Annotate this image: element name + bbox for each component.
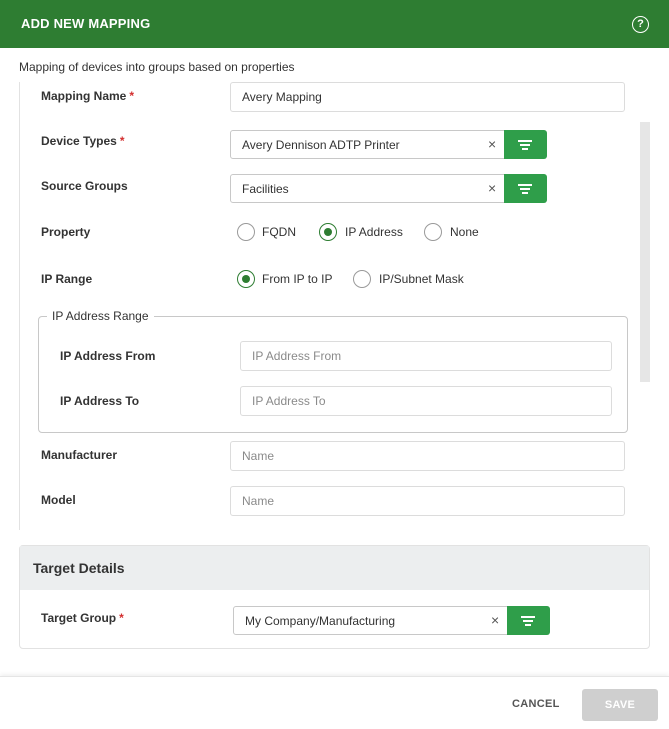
required-marker: * xyxy=(119,134,125,148)
ip-address-range-legend: IP Address Range xyxy=(47,309,154,323)
mapping-name-label: Mapping Name * xyxy=(41,89,135,103)
target-group-value: My Company/Manufacturing xyxy=(245,614,396,628)
filter-icon xyxy=(518,184,532,194)
ip-address-to-input[interactable]: IP Address To xyxy=(240,386,612,416)
ip-address-from-label: IP Address From xyxy=(60,349,156,363)
source-groups-select[interactable]: Facilities × xyxy=(230,174,547,203)
target-group-label: Target Group * xyxy=(41,611,124,625)
device-types-value: Avery Dennison ADTP Printer xyxy=(242,138,400,152)
clear-icon[interactable]: × xyxy=(488,180,496,196)
dialog-title: ADD NEW MAPPING xyxy=(21,16,151,31)
dialog-header: ADD NEW MAPPING ? xyxy=(0,0,669,48)
model-label: Model xyxy=(41,493,76,507)
ip-address-to-label: IP Address To xyxy=(60,394,140,408)
target-group-select[interactable]: My Company/Manufacturing × xyxy=(233,606,550,635)
target-details-header: Target Details xyxy=(20,546,649,590)
radio-from-ip-to-ip-label: From IP to IP xyxy=(262,272,333,286)
filter-button[interactable] xyxy=(507,606,550,635)
help-circle-icon[interactable]: ? xyxy=(632,16,649,33)
clear-icon[interactable]: × xyxy=(488,136,496,152)
radio-fqdn-label: FQDN xyxy=(262,225,296,239)
device-types-select[interactable]: Avery Dennison ADTP Printer × xyxy=(230,130,547,159)
property-label: Property xyxy=(41,225,91,239)
mapping-name-input[interactable]: Avery Mapping xyxy=(230,82,625,112)
dialog-footer xyxy=(0,676,669,729)
filter-button[interactable] xyxy=(504,174,547,203)
radio-none[interactable] xyxy=(424,223,442,241)
device-types-label: Device Types * xyxy=(41,134,125,148)
radio-ip-address-label: IP Address xyxy=(345,225,403,239)
required-marker: * xyxy=(119,611,124,625)
ip-address-from-input[interactable]: IP Address From xyxy=(240,341,612,371)
required-marker: * xyxy=(129,89,135,103)
filter-button[interactable] xyxy=(504,130,547,159)
radio-ip-subnet-mask[interactable] xyxy=(353,270,371,288)
cancel-button[interactable]: CANCEL xyxy=(512,698,560,710)
target-details-title: Target Details xyxy=(33,560,125,576)
radio-ip-subnet-mask-label: IP/Subnet Mask xyxy=(379,272,464,286)
source-groups-label: Source Groups xyxy=(41,179,128,193)
radio-fqdn[interactable] xyxy=(237,223,255,241)
filter-icon xyxy=(518,140,532,150)
save-button[interactable]: SAVE xyxy=(582,689,658,721)
radio-from-ip-to-ip[interactable] xyxy=(237,270,255,288)
radio-ip-address[interactable] xyxy=(319,223,337,241)
clear-icon[interactable]: × xyxy=(491,612,499,628)
manufacturer-input[interactable]: Name xyxy=(230,441,625,471)
dialog-subtitle: Mapping of devices into groups based on … xyxy=(19,60,295,74)
manufacturer-label: Manufacturer xyxy=(41,448,118,462)
model-input[interactable]: Name xyxy=(230,486,625,516)
filter-icon xyxy=(521,616,535,626)
ip-range-label: IP Range xyxy=(41,272,93,286)
radio-none-label: None xyxy=(450,225,479,239)
scrollbar[interactable] xyxy=(640,122,650,382)
source-groups-value: Facilities xyxy=(242,182,289,196)
